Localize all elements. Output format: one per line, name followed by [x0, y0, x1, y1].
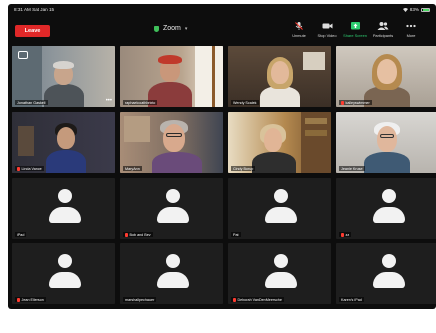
muted-mic-icon: [17, 166, 20, 171]
participants-button[interactable]: Participants: [372, 21, 394, 38]
participant-tile[interactable]: marshallpechauer: [120, 243, 223, 304]
participant-name-tag: MaryAnn: [123, 166, 142, 171]
participant-name-tag: Deborah VanDenMeersche: [231, 297, 284, 302]
participant-name-tag: zz: [339, 232, 352, 237]
video-feed: [12, 112, 115, 173]
participants-label: Participants: [372, 33, 394, 38]
participant-name-tag: Jean Ellerson: [15, 297, 46, 302]
more-icon: [406, 24, 416, 28]
participant-name-tag: Jonathan Gaskell: [15, 100, 48, 105]
muted-mic-icon: [17, 297, 20, 302]
microphone-muted-icon: [295, 22, 303, 30]
participant-name-tag: Karen's iPad: [339, 297, 364, 302]
video-feed: [336, 112, 436, 173]
stop-video-label: Stop Video: [317, 33, 337, 38]
battery-percent: 83%: [409, 7, 419, 12]
more-label: More: [406, 33, 416, 38]
gallery-grid: Jonathan Gaskell ••• raphaelcoathbrixto …: [12, 46, 436, 304]
participant-name-tag: Wendy Scalek: [231, 100, 259, 105]
ellipsis-icon[interactable]: •••: [106, 98, 112, 104]
participant-name-tag: Bob and Bev: [123, 232, 153, 237]
participant-tile[interactable]: Jean Ellerson: [12, 243, 115, 304]
participant-tile[interactable]: Deborah VanDenMeersche: [228, 243, 331, 304]
avatar-icon: [45, 254, 83, 290]
participant-name-tag: kalleyswimmer: [339, 100, 372, 105]
participant-name-tag: raphaelcoathbrixto: [123, 100, 158, 105]
meeting-title[interactable]: Zoom ▾: [154, 25, 187, 32]
avatar-icon: [153, 189, 191, 225]
leave-button[interactable]: Leave: [15, 25, 50, 37]
avatar-icon: [45, 189, 83, 225]
share-screen-icon: [350, 22, 360, 30]
unmute-label: Unmute: [292, 33, 306, 38]
muted-mic-icon: [233, 297, 236, 302]
stop-video-button[interactable]: Stop Video: [316, 21, 338, 38]
participant-tile[interactable]: Wendy Scalek: [228, 46, 331, 107]
camera-flip-icon[interactable]: [18, 51, 28, 59]
participant-tile[interactable]: Jonathan Gaskell •••: [12, 46, 115, 107]
avatar-icon: [369, 254, 407, 290]
participant-name-tag: Cindy Borup: [231, 166, 256, 171]
participant-tile[interactable]: iPad: [12, 178, 115, 239]
participant-tile[interactable]: zz: [336, 178, 436, 239]
participant-name-tag: Jeanie Kruse: [339, 166, 365, 171]
shield-icon: [154, 25, 159, 32]
muted-mic-icon: [341, 100, 344, 105]
video-feed: [228, 112, 331, 173]
video-feed: [228, 46, 331, 107]
wifi-icon: [402, 7, 408, 12]
share-screen-label: Share Screen: [343, 33, 367, 38]
participant-tile[interactable]: kalleyswimmer: [336, 46, 436, 107]
avatar-icon: [261, 254, 299, 290]
status-time: 8:31 AM Sat Jan 15: [14, 7, 55, 12]
participant-name-tag: Linda Vance: [15, 166, 44, 171]
participant-tile[interactable]: Cindy Borup: [228, 112, 331, 173]
participant-tile[interactable]: MaryAnn: [120, 112, 223, 173]
status-bar: 8:31 AM Sat Jan 15 83%: [8, 4, 436, 14]
participant-tile[interactable]: Jeanie Kruse: [336, 112, 436, 173]
meeting-toolbar: Leave Zoom ▾ Unmute Stop Video Share Scr…: [8, 14, 436, 44]
more-button[interactable]: More: [400, 21, 422, 38]
avatar-icon: [153, 254, 191, 290]
participant-tile[interactable]: Pat: [228, 178, 331, 239]
participant-name-tag: iPad: [15, 232, 27, 237]
status-indicators: 83%: [402, 7, 430, 12]
video-feed: [120, 46, 223, 107]
participant-tile[interactable]: raphaelcoathbrixto: [120, 46, 223, 107]
battery-icon: [421, 7, 430, 12]
zoom-window: 8:31 AM Sat Jan 15 83% Leave Zoom ▾ Unmu…: [8, 4, 436, 309]
video-camera-icon: [322, 23, 332, 29]
unmute-button[interactable]: Unmute: [288, 21, 310, 38]
participant-name-tag: Pat: [231, 232, 241, 237]
muted-mic-icon: [341, 232, 344, 237]
meeting-title-label: Zoom: [163, 25, 181, 32]
participant-tile[interactable]: Linda Vance: [12, 112, 115, 173]
chevron-down-icon: ▾: [184, 25, 188, 32]
avatar-icon: [369, 189, 407, 225]
participant-tile[interactable]: Bob and Bev: [120, 178, 223, 239]
participant-name-tag: marshallpechauer: [123, 297, 157, 302]
share-screen-button[interactable]: Share Screen: [343, 21, 367, 38]
video-feed: [336, 46, 436, 107]
muted-mic-icon: [125, 232, 128, 237]
avatar-icon: [261, 189, 299, 225]
video-feed: [120, 112, 223, 173]
participant-tile[interactable]: Karen's iPad: [336, 243, 436, 304]
participants-icon: [377, 22, 389, 30]
